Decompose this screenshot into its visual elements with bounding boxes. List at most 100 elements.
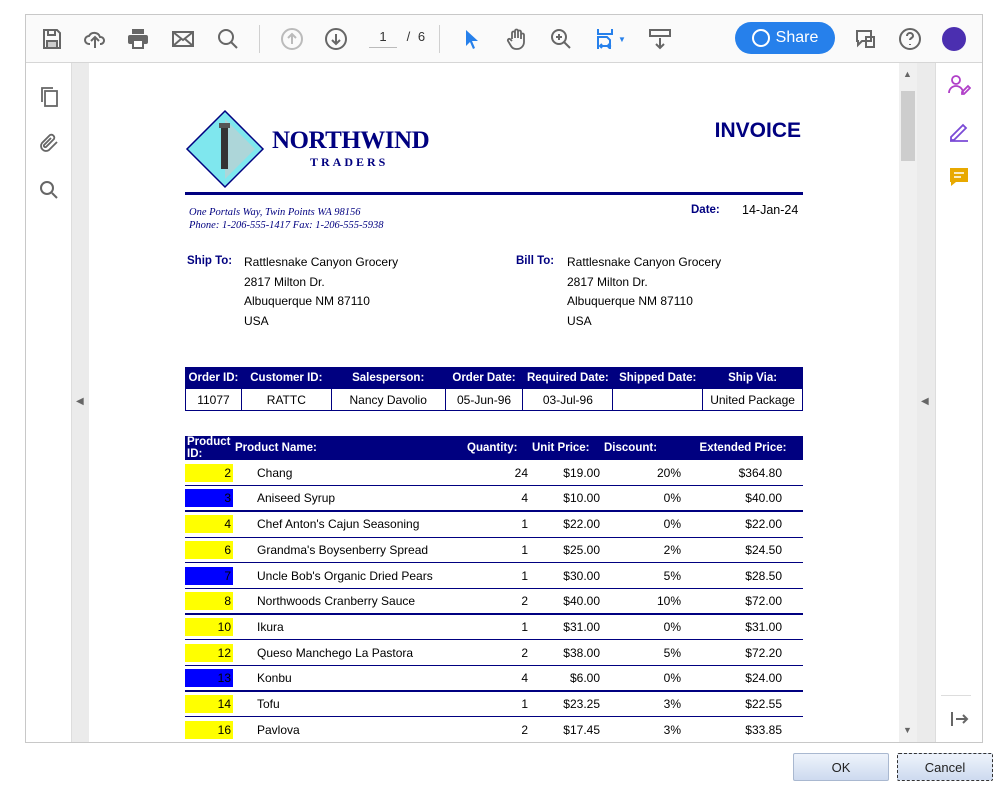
pdf-viewer-window: 1 / 6 ▼ Share ◀ NORTHWIND TRADERS INVOIC… [25, 14, 983, 743]
date-value: 14-Jan-24 [742, 203, 799, 217]
upload-button[interactable] [81, 25, 109, 53]
unit-price: $31.00 [530, 614, 602, 641]
address-line: 2817 Milton Dr. [567, 274, 648, 289]
address-line: USA [244, 313, 269, 328]
extended-price: $22.55 [683, 691, 784, 718]
extended-price: $33.85 [683, 716, 784, 742]
discount: 0% [602, 485, 683, 513]
request-signature-icon[interactable] [947, 73, 971, 97]
product-column-header: Discount: [602, 436, 683, 460]
product-name: Aniseed Syrup [255, 485, 465, 513]
company-address: One Portals Way, Twin Points WA 98156 Pho… [189, 206, 384, 232]
product-id: 2 [185, 463, 233, 482]
ok-button[interactable]: OK [793, 753, 889, 781]
spacer-cell [233, 485, 255, 513]
left-panel-toggle[interactable]: ◀ [71, 63, 89, 742]
discount: 5% [602, 639, 683, 666]
order-cell: 05-Jun-96 [444, 388, 524, 411]
quantity: 1 [465, 614, 530, 641]
address-line: USA [567, 313, 592, 328]
spacer-cell [784, 716, 803, 742]
extended-price: $40.00 [683, 485, 784, 513]
order-cell [612, 388, 704, 411]
find-button[interactable] [214, 25, 242, 53]
spacer-cell [233, 460, 255, 487]
spacer-cell [233, 614, 255, 641]
product-id: 16 [185, 720, 233, 739]
search-icon[interactable] [37, 178, 61, 202]
printer-icon [128, 29, 148, 49]
product-id: 13 [185, 669, 233, 688]
scrollbar-thumb[interactable] [901, 91, 915, 161]
spacer-cell [784, 665, 803, 693]
pages-icon[interactable] [37, 85, 61, 109]
bill-to-address: Rattlesnake Canyon Grocery 2817 Milton Dr… [567, 253, 721, 331]
ship-to-address: Rattlesnake Canyon Grocery 2817 Milton Dr… [244, 253, 398, 331]
discount: 0% [602, 665, 683, 693]
table-row: 7 Uncle Bob's Organic Dried Pears 1 $30.00 5… [185, 562, 803, 589]
collapse-panel-icon[interactable] [947, 707, 971, 731]
save-icon [43, 29, 61, 49]
extended-price: $31.00 [683, 614, 784, 641]
cursor-icon [466, 30, 478, 49]
order-column-header: Shipped Date: [612, 367, 704, 389]
avatar[interactable] [942, 27, 966, 51]
arrow-up-circle-icon [281, 28, 303, 50]
discount: 0% [602, 511, 683, 538]
email-button[interactable] [169, 25, 197, 53]
feedback-icon [856, 30, 875, 48]
address-line: 2817 Milton Dr. [244, 274, 325, 289]
spacer-cell [233, 588, 255, 616]
discount: 5% [602, 562, 683, 589]
product-name: Northwoods Cranberry Sauce [255, 588, 465, 616]
paperclip-icon[interactable] [37, 131, 61, 155]
comment-icon[interactable] [947, 165, 971, 189]
spacer-cell [233, 511, 255, 538]
fill-sign-icon[interactable] [947, 119, 971, 143]
cloud-upload-icon [84, 31, 105, 48]
toolbar: 1 / 6 ▼ Share [26, 15, 982, 63]
date-label: Date: [691, 204, 720, 216]
address-line: Rattlesnake Canyon Grocery [567, 255, 722, 269]
unit-price: $6.00 [530, 665, 602, 693]
product-id: 3 [185, 489, 233, 508]
save-button[interactable] [38, 25, 66, 53]
comment-button[interactable] [852, 25, 880, 53]
vertical-scrollbar[interactable]: ▲ ▼ [899, 63, 917, 742]
spacer-cell [784, 537, 803, 564]
help-icon [899, 28, 921, 50]
share-button[interactable]: Share [735, 22, 835, 54]
quantity: 1 [465, 691, 530, 718]
product-name: Chef Anton's Cajun Seasoning [255, 511, 465, 538]
discount: 0% [602, 614, 683, 641]
scroll-up-icon[interactable]: ▲ [903, 69, 912, 79]
next-page-button[interactable] [322, 25, 350, 53]
scroll-down-icon[interactable]: ▼ [903, 725, 912, 735]
discount: 3% [602, 691, 683, 718]
unit-price: $25.00 [530, 537, 602, 564]
table-row: 14 Tofu 1 $23.25 3% $22.55 [185, 691, 803, 718]
share-label: Share [775, 29, 819, 46]
scroll-mode-button[interactable] [646, 25, 674, 53]
product-name: Pavlova [255, 716, 465, 742]
product-id: 12 [185, 643, 233, 662]
table-row: 10 Ikura 1 $31.00 0% $31.00 [185, 614, 803, 641]
product-column-header: Quantity: [465, 436, 530, 460]
previous-page-button[interactable] [278, 25, 306, 53]
fit-page-dropdown[interactable]: ▼ [592, 25, 628, 53]
help-button[interactable] [896, 25, 924, 53]
product-id: 14 [185, 695, 233, 714]
select-tool-button[interactable] [458, 25, 486, 53]
spacer-cell [784, 511, 803, 538]
print-button[interactable] [124, 25, 152, 53]
zoom-in-button[interactable] [547, 25, 575, 53]
fit-width-icon [597, 29, 614, 49]
extended-price: $24.50 [683, 537, 784, 564]
arrow-down-circle-icon [325, 28, 347, 50]
hand-tool-button[interactable] [503, 25, 531, 53]
page-number-input[interactable]: 1 [369, 29, 397, 48]
page-separator: / [406, 29, 411, 44]
table-row: 8 Northwoods Cranberry Sauce 2 $40.00 10% $72… [185, 588, 803, 616]
cancel-button[interactable]: Cancel [897, 753, 993, 781]
right-panel-toggle[interactable]: ◀ [917, 63, 935, 742]
